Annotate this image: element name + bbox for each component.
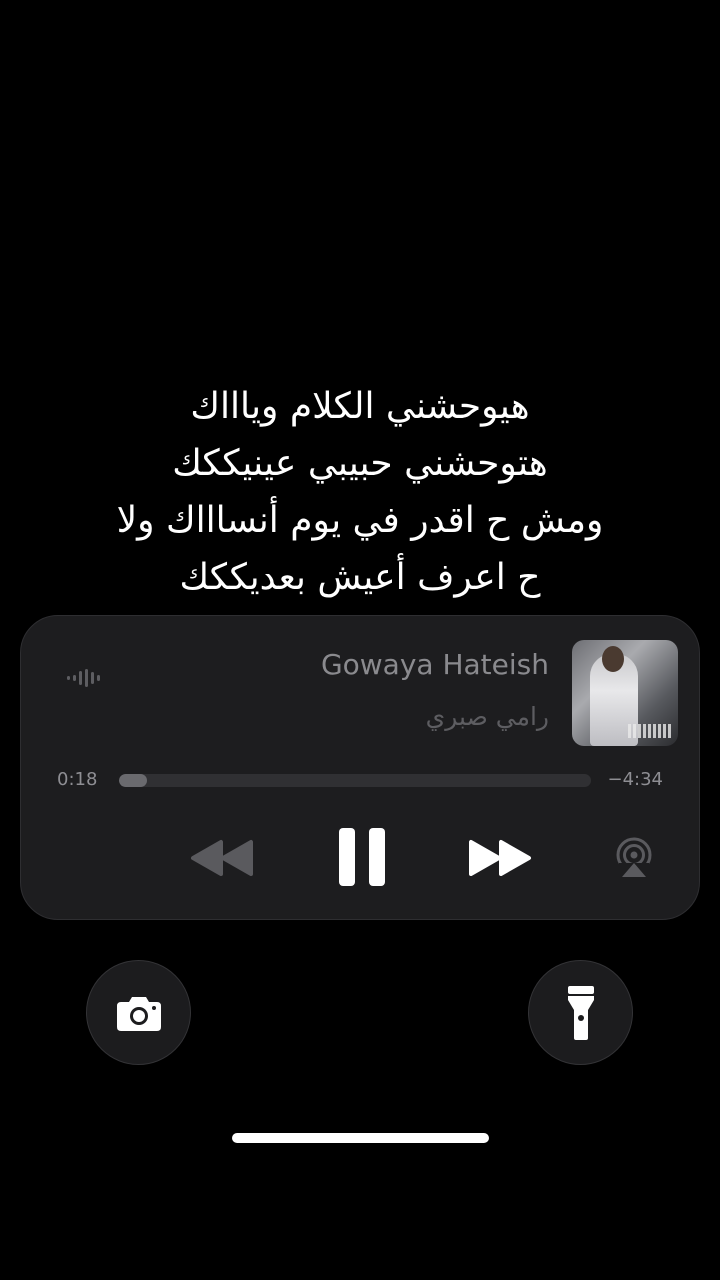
rewind-button[interactable] xyxy=(189,838,255,878)
album-art-head xyxy=(602,646,624,672)
flashlight-button[interactable] xyxy=(528,960,633,1065)
now-playing-widget[interactable]: Gowaya Hateish رامي صبري 0:18 −4:34 xyxy=(20,615,700,920)
lyric-line-1: هيوحشني الكلام وياااك xyxy=(190,386,530,427)
camera-icon xyxy=(116,996,161,1031)
flashlight-icon xyxy=(567,985,594,1040)
forward-button[interactable] xyxy=(467,838,533,878)
lyric-line-2: هتوحشني حبيبي عينيككك xyxy=(172,443,548,484)
album-art-caption xyxy=(628,724,672,738)
airplay-button[interactable] xyxy=(613,836,655,878)
backward-icon xyxy=(191,840,253,876)
album-artwork[interactable] xyxy=(572,640,678,746)
camera-button[interactable] xyxy=(86,960,191,1065)
song-title: Gowaya Hateish xyxy=(320,648,549,681)
pause-icon xyxy=(339,828,385,886)
audio-waveform-icon[interactable] xyxy=(65,668,105,688)
lyric-line-3: ومش ح اقدر في يوم أنساااك ولا xyxy=(116,500,604,541)
pause-button[interactable] xyxy=(337,826,387,888)
airplay-audio-icon xyxy=(616,837,652,878)
progress-scrubber[interactable] xyxy=(119,774,591,787)
home-indicator[interactable] xyxy=(232,1133,489,1143)
lyrics-block: هيوحشني الكلام وياااك هتوحشني حبيبي عيني… xyxy=(0,378,720,606)
remaining-time: −4:34 xyxy=(607,769,663,790)
lyric-line-4: ح اعرف أعيش بعديككك xyxy=(179,557,541,598)
progress-fill xyxy=(119,774,148,787)
elapsed-time: 0:18 xyxy=(57,769,98,790)
forward-icon xyxy=(469,840,531,876)
song-artist: رامي صبري xyxy=(425,702,549,731)
